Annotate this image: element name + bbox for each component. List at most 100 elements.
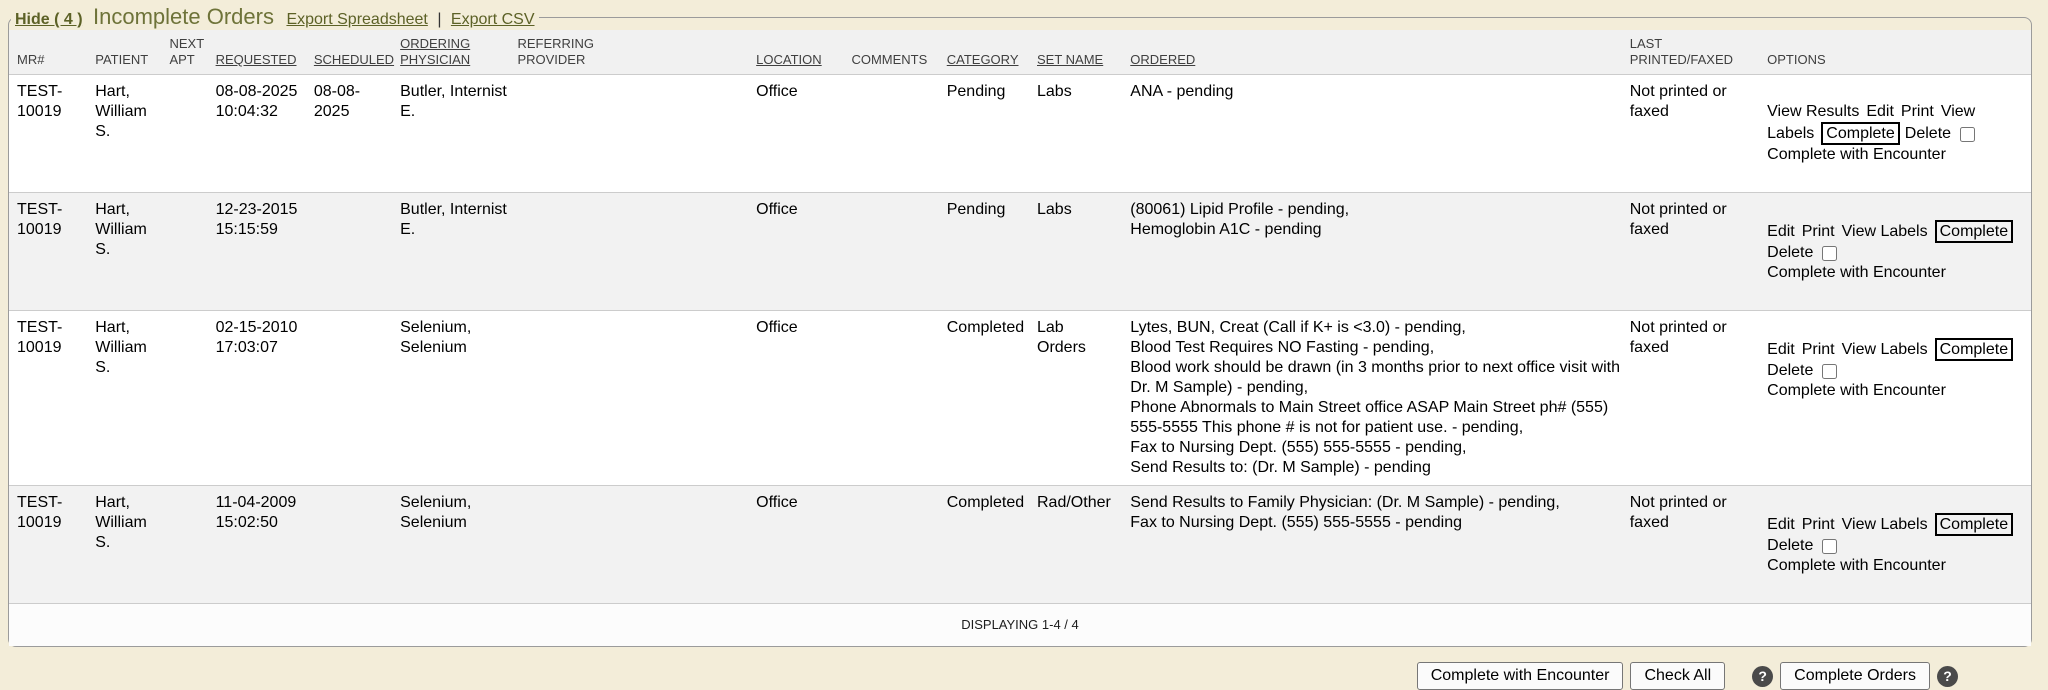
- cell-ordering-physician: Butler, Internist E.: [400, 75, 517, 193]
- help-icon[interactable]: ?: [1752, 666, 1773, 687]
- edit-link[interactable]: Edit: [1767, 223, 1795, 240]
- cell-options: Edit Print View Labels Complete Delete Compl…: [1767, 486, 2031, 604]
- complete-link[interactable]: Complete: [1821, 122, 1899, 145]
- cell-comments: [851, 193, 946, 311]
- complete-with-encounter-link[interactable]: Complete with Encounter: [1767, 145, 2025, 165]
- complete-with-encounter-link[interactable]: Complete with Encounter: [1767, 381, 2025, 401]
- delete-link[interactable]: Delete: [1905, 125, 1951, 142]
- view-labels-link[interactable]: View Labels: [1842, 223, 1928, 240]
- incomplete-orders-panel: Hide ( 4 ) Incomplete Orders Export Spre…: [8, 4, 2032, 647]
- print-link[interactable]: Print: [1901, 103, 1934, 120]
- cell-scheduled: [314, 311, 400, 486]
- cell-mr: TEST-10019: [9, 311, 95, 486]
- col-header-mr: MR#: [9, 30, 95, 75]
- cell-last-printed: Not printed or faxed: [1630, 311, 1767, 486]
- complete-orders-button[interactable]: Complete Orders: [1780, 662, 1930, 690]
- cell-location: Office: [756, 193, 851, 311]
- cell-patient: Hart, William S.: [95, 75, 169, 193]
- cell-next-apt: [169, 311, 215, 486]
- cell-ordering-physician: Selenium, Selenium: [400, 311, 517, 486]
- cell-scheduled: [314, 486, 400, 604]
- edit-link[interactable]: Edit: [1866, 103, 1894, 120]
- cell-mr: TEST-10019: [9, 75, 95, 193]
- col-header-requested[interactable]: REQUESTED: [216, 30, 314, 75]
- view-results-link[interactable]: View Results: [1767, 103, 1859, 120]
- cell-options: View ResultsEditPrintView LabelsComplete…: [1767, 75, 2031, 193]
- cell-next-apt: [169, 193, 215, 311]
- edit-link[interactable]: Edit: [1767, 341, 1795, 358]
- export-spreadsheet-link[interactable]: Export Spreadsheet: [286, 11, 427, 28]
- cell-comments: [851, 75, 946, 193]
- delete-link[interactable]: Delete: [1767, 537, 1813, 554]
- cell-last-printed: Not printed or faxed: [1630, 486, 1767, 604]
- help-icon[interactable]: ?: [1937, 666, 1958, 687]
- page-title: Incomplete Orders: [93, 4, 274, 29]
- print-link[interactable]: Print: [1802, 516, 1835, 533]
- col-header-ordered[interactable]: ORDERED: [1130, 30, 1629, 75]
- order-checkbox[interactable]: [1822, 364, 1837, 379]
- col-header-scheduled[interactable]: SCHEDULED: [314, 30, 400, 75]
- view-labels-link[interactable]: View Labels: [1842, 516, 1928, 533]
- complete-link[interactable]: Complete: [1935, 220, 2013, 243]
- order-checkbox[interactable]: [1960, 127, 1975, 142]
- col-header-set-name[interactable]: SET NAME: [1037, 30, 1130, 75]
- cell-set-name: Labs: [1037, 193, 1130, 311]
- cell-ordered: Send Results to Family Physician: (Dr. M…: [1130, 486, 1629, 604]
- cell-requested: 12-23-2015 15:15:59: [216, 193, 314, 311]
- cell-ordering-physician: Selenium, Selenium: [400, 486, 517, 604]
- footer-action-bar: Complete with Encounter Check All ? Comp…: [0, 662, 1958, 690]
- cell-category: Completed: [947, 486, 1037, 604]
- cell-ordered: ANA - pending: [1130, 75, 1629, 193]
- cell-location: Office: [756, 486, 851, 604]
- edit-link[interactable]: Edit: [1767, 516, 1795, 533]
- cell-referring-provider: [517, 486, 756, 604]
- cell-last-printed: Not printed or faxed: [1630, 193, 1767, 311]
- cell-ordered: Lytes, BUN, Creat (Call if K+ is <3.0) -…: [1130, 311, 1629, 486]
- complete-link[interactable]: Complete: [1935, 338, 2013, 361]
- complete-with-encounter-link[interactable]: Complete with Encounter: [1767, 263, 2025, 283]
- export-csv-link[interactable]: Export CSV: [451, 11, 535, 28]
- cell-comments: [851, 486, 946, 604]
- order-checkbox[interactable]: [1822, 539, 1837, 554]
- col-header-category[interactable]: CATEGORY: [947, 30, 1037, 75]
- check-all-button[interactable]: Check All: [1630, 662, 1725, 690]
- cell-location: Office: [756, 311, 851, 486]
- cell-location: Office: [756, 75, 851, 193]
- cell-last-printed: Not printed or faxed: [1630, 75, 1767, 193]
- col-header-options: OPTIONS: [1767, 30, 2031, 75]
- cell-set-name: Lab Orders: [1037, 311, 1130, 486]
- print-link[interactable]: Print: [1802, 223, 1835, 240]
- cell-ordering-physician: Butler, Internist E.: [400, 193, 517, 311]
- cell-patient: Hart, William S.: [95, 193, 169, 311]
- table-row: TEST-10019 Hart, William S. 02-15-2010 1…: [9, 311, 2031, 486]
- displaying-status: DISPLAYING 1-4 / 4: [9, 604, 2031, 647]
- view-labels-link[interactable]: View Labels: [1842, 341, 1928, 358]
- hide-link[interactable]: Hide ( 4 ): [15, 11, 83, 28]
- print-link[interactable]: Print: [1802, 341, 1835, 358]
- order-checkbox[interactable]: [1822, 246, 1837, 261]
- cell-category: Pending: [947, 75, 1037, 193]
- col-header-comments: COMMENTS: [851, 30, 946, 75]
- table-row: TEST-10019 Hart, William S. 08-08-2025 1…: [9, 75, 2031, 193]
- col-header-referring-provider: REFERRING PROVIDER: [517, 30, 756, 75]
- delete-link[interactable]: Delete: [1767, 362, 1813, 379]
- cell-comments: [851, 311, 946, 486]
- cell-ordered: (80061) Lipid Profile - pending, Hemoglo…: [1130, 193, 1629, 311]
- cell-category: Completed: [947, 311, 1037, 486]
- complete-link[interactable]: Complete: [1935, 513, 2013, 536]
- table-header-row: MR# PATIENT NEXT APT REQUESTED SCHEDULED…: [9, 30, 2031, 75]
- cell-options: Edit Print View Labels Complete Delete Compl…: [1767, 193, 2031, 311]
- cell-referring-provider: [517, 311, 756, 486]
- col-header-location[interactable]: LOCATION: [756, 30, 851, 75]
- cell-scheduled: 08-08-2025: [314, 75, 400, 193]
- col-header-ordering-physician[interactable]: ORDERING PHYSICIAN: [400, 30, 517, 75]
- complete-with-encounter-button[interactable]: Complete with Encounter: [1417, 662, 1624, 690]
- complete-with-encounter-link[interactable]: Complete with Encounter: [1767, 556, 2025, 576]
- col-header-patient: PATIENT: [95, 30, 169, 75]
- delete-link[interactable]: Delete: [1767, 244, 1813, 261]
- cell-scheduled: [314, 193, 400, 311]
- cell-requested: 02-15-2010 17:03:07: [216, 311, 314, 486]
- cell-requested: 11-04-2009 15:02:50: [216, 486, 314, 604]
- cell-patient: Hart, William S.: [95, 311, 169, 486]
- col-header-next-apt: NEXT APT: [169, 30, 215, 75]
